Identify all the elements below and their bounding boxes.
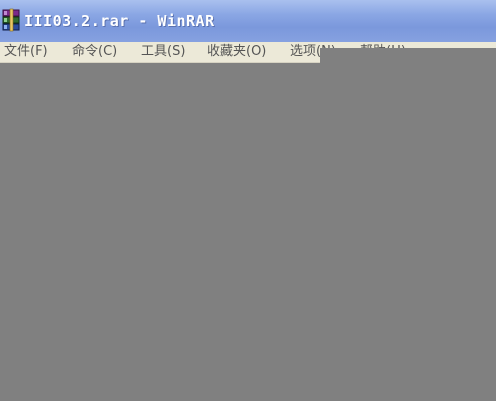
winrar-books-icon <box>1 8 21 34</box>
file-list-area <box>0 63 496 401</box>
menu-file[interactable]: 文件(F) <box>4 42 48 62</box>
menu-tools[interactable]: 工具(S) <box>141 42 185 62</box>
menu-commands[interactable]: 命令(C) <box>72 42 117 62</box>
obscured-region <box>320 48 496 64</box>
menu-favorites[interactable]: 收藏夹(O) <box>207 42 266 62</box>
winrar-window: III03.2.rar - WinRAR 文件(F) 命令(C) 工具(S) 收… <box>0 0 496 401</box>
title-bar[interactable]: III03.2.rar - WinRAR <box>0 0 496 42</box>
window-title: III03.2.rar - WinRAR <box>24 12 215 30</box>
